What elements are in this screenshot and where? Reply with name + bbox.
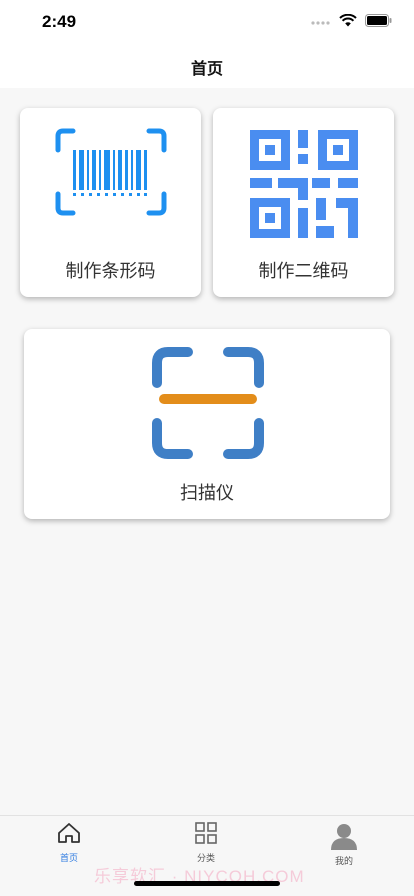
status-bar: 2:49 <box>0 0 414 46</box>
make-barcode-label: 制作条形码 <box>65 261 156 282</box>
signal-icon <box>311 20 330 25</box>
tab-profile-label: 我的 <box>334 857 353 867</box>
barcode-icon <box>55 128 167 216</box>
make-qrcode-label: 制作二维码 <box>258 261 349 282</box>
make-barcode-card[interactable]: 制作条形码 <box>20 108 201 297</box>
status-icons <box>311 14 392 27</box>
page-title: 首页 <box>190 59 223 78</box>
battery-icon <box>365 14 392 27</box>
status-time: 2:49 <box>42 12 77 31</box>
tab-category[interactable]: 分类 <box>166 822 246 864</box>
tab-home[interactable]: 首页 <box>29 822 109 864</box>
scan-icon <box>152 347 264 459</box>
scanner-label: 扫描仪 <box>180 483 234 504</box>
qr-code-icon <box>250 130 358 238</box>
make-qrcode-card[interactable]: 制作二维码 <box>213 108 394 297</box>
home-indicator <box>134 881 280 886</box>
scanner-card[interactable]: 扫描仪 <box>24 329 390 519</box>
tab-profile[interactable]: 我的 <box>304 822 384 867</box>
person-icon <box>331 824 357 850</box>
home-icon <box>58 823 80 843</box>
nav-bar: 首页 <box>0 46 414 88</box>
grid-icon <box>195 822 217 844</box>
wifi-icon <box>339 14 357 27</box>
